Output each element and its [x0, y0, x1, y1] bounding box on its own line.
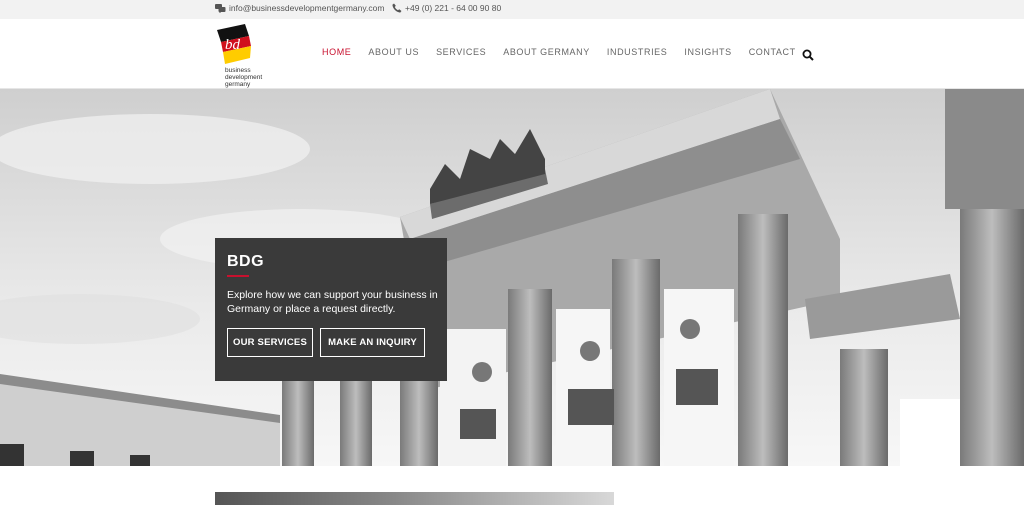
logo-line-1: business: [225, 67, 251, 74]
hero-title: BDG: [227, 253, 265, 270]
nav-industries[interactable]: INDUSTRIES: [607, 47, 668, 57]
phone-text: +49 (0) 221 - 64 00 90 80: [405, 3, 502, 13]
nav-contact[interactable]: CONTACT: [749, 47, 796, 57]
title-underline: [227, 275, 249, 277]
logo-wordmark: business development germany: [225, 67, 262, 88]
phone-icon: [392, 3, 402, 13]
hero-description: Explore how we can support your business…: [227, 289, 438, 315]
nav-insights[interactable]: INSIGHTS: [684, 47, 731, 57]
logo-mark-text: bd: [225, 37, 241, 53]
logo-line-2: development: [225, 74, 263, 81]
logo-mark: bd: [217, 24, 251, 64]
logo-line-3: germany: [225, 81, 251, 88]
search-icon[interactable]: [802, 48, 814, 61]
hero-section: BDG Explore how we can support your busi…: [0, 89, 1024, 466]
phone-link[interactable]: +49 (0) 221 - 64 00 90 80: [392, 3, 501, 13]
nav-about-germany[interactable]: ABOUT GERMANY: [503, 47, 590, 57]
site-logo[interactable]: bd business development germany: [215, 24, 275, 88]
our-services-button[interactable]: OUR SERVICES: [227, 328, 313, 357]
make-inquiry-button[interactable]: MAKE AN INQUIRY: [320, 328, 425, 357]
email-link[interactable]: info@businessdevelopmentgermany.com: [215, 3, 384, 13]
chat-icon: [215, 3, 226, 13]
top-bar: info@businessdevelopmentgermany.com +49 …: [0, 0, 1024, 19]
nav-services[interactable]: SERVICES: [436, 47, 486, 57]
brandenburg-gate-image: [0, 89, 1024, 466]
nav-home[interactable]: HOME: [322, 47, 351, 57]
site-header: bd business development germany HOME ABO…: [0, 19, 1024, 89]
email-text: info@businessdevelopmentgermany.com: [229, 3, 385, 13]
section-banner-strip: [215, 492, 614, 505]
nav-about-us[interactable]: ABOUT US: [368, 47, 419, 57]
hero-panel: BDG Explore how we can support your busi…: [215, 238, 447, 381]
main-nav: HOME ABOUT US SERVICES ABOUT GERMANY IND…: [322, 47, 813, 57]
